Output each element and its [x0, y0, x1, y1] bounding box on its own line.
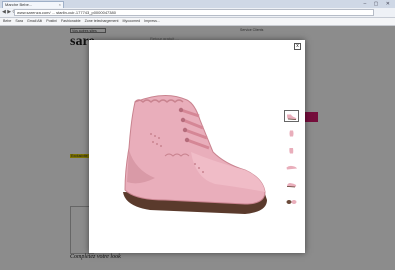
thumbnail[interactable]: [284, 127, 299, 139]
browser-tab[interactable]: Marche Bebe... ×: [2, 1, 64, 8]
bookmark-item[interactable]: Mycoomed: [123, 19, 141, 23]
url-field[interactable]: www.sarenza.com/ ... starlin-cuir-177743…: [14, 9, 374, 16]
tab-title: Marche Bebe...: [5, 2, 33, 7]
bookmark-item[interactable]: Postini: [46, 19, 57, 23]
bookmark-item[interactable]: Fashionable: [61, 19, 81, 23]
bookmark-item[interactable]: Impress...: [144, 19, 160, 23]
thumbnail[interactable]: [284, 195, 299, 207]
thumbnail[interactable]: [284, 110, 299, 122]
window-controls[interactable]: – ▢ ✕: [364, 1, 393, 7]
thumbnail-strip: [284, 110, 301, 212]
bookmark-item[interactable]: Zone telechargement: [85, 19, 119, 23]
thumbnail[interactable]: [284, 144, 299, 156]
browser-tab-bar: Marche Bebe... × – ▢ ✕: [0, 0, 395, 8]
thumbnail[interactable]: [284, 178, 299, 190]
main-product-image: [123, 95, 267, 214]
bookmark-item[interactable]: Sara: [15, 19, 23, 23]
thumbnail[interactable]: [284, 161, 299, 173]
bookmarks-bar: Bebe Sara Gmail Alti Postini Fashionable…: [0, 18, 395, 26]
close-button[interactable]: x: [294, 43, 301, 50]
bookmark-item[interactable]: Gmail Alti: [27, 19, 42, 23]
bookmark-item[interactable]: Bebe: [3, 19, 11, 23]
image-zoom-modal: x: [89, 40, 305, 253]
address-bar: ◀ ▶ ⟳ www.sarenza.com/ ... starlin-cuir-…: [0, 8, 395, 18]
